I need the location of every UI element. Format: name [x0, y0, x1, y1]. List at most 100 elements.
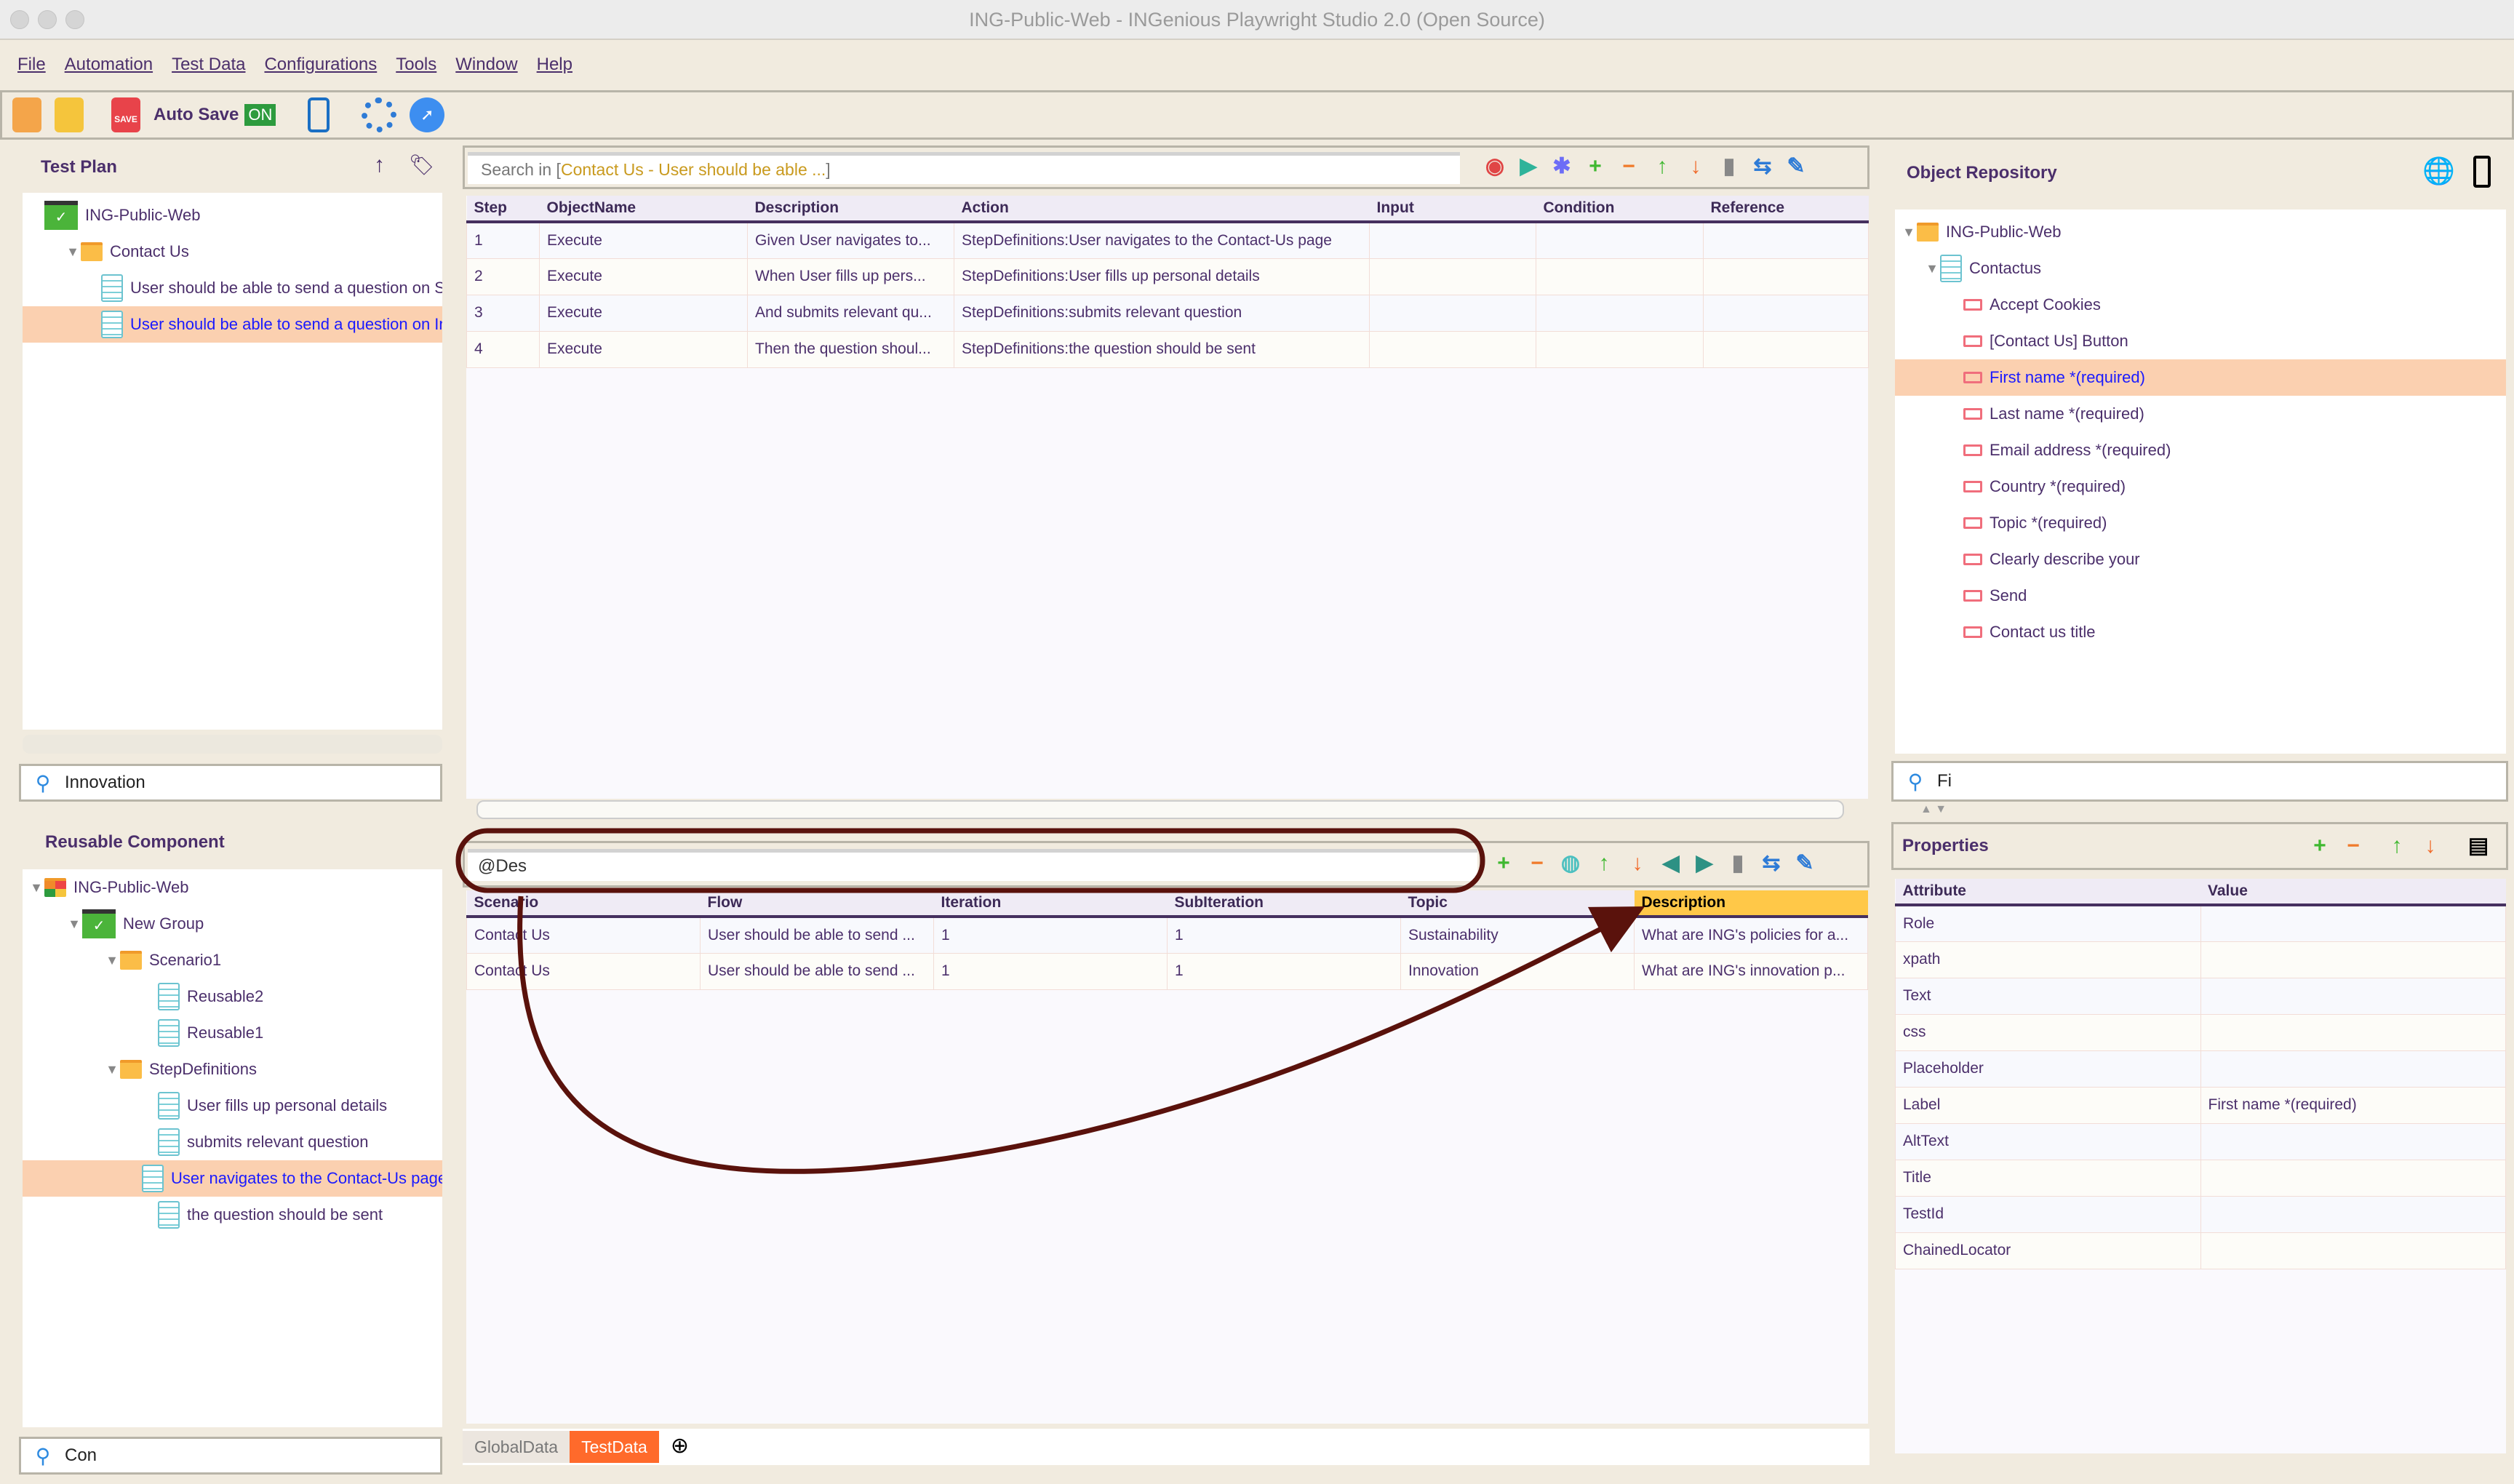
- run-icon[interactable]: ▶: [1517, 155, 1540, 178]
- column-header[interactable]: SubIteration: [1167, 890, 1401, 918]
- tree-item[interactable]: Send: [1895, 578, 2506, 614]
- mobile-device-icon[interactable]: [2473, 156, 2491, 188]
- table-cell[interactable]: User should be able to send ...: [700, 952, 934, 990]
- table-row[interactable]: TestId: [1895, 1195, 2506, 1233]
- table-row[interactable]: xpath: [1895, 941, 2506, 978]
- table-cell[interactable]: ChainedLocator: [1895, 1232, 2201, 1269]
- tree-item[interactable]: Accept Cookies: [1895, 287, 2506, 323]
- table-row[interactable]: Label First name *(required): [1895, 1086, 2506, 1124]
- tree-item[interactable]: submits relevant question: [23, 1124, 442, 1160]
- remove-row-icon[interactable]: −: [1525, 852, 1549, 875]
- expand-triangle-icon[interactable]: ▼: [1924, 261, 1940, 276]
- table-cell[interactable]: 4: [466, 330, 540, 368]
- move-up-icon[interactable]: ↑: [1651, 155, 1674, 178]
- expand-triangle-icon[interactable]: ▼: [28, 880, 44, 895]
- table-cell[interactable]: [2200, 1050, 2506, 1088]
- tree-item[interactable]: Email address *(required): [1895, 432, 2506, 468]
- tree-item[interactable]: ▼ Contact Us: [23, 234, 442, 270]
- table-cell[interactable]: [2200, 1013, 2506, 1051]
- table-cell[interactable]: Role: [1895, 904, 2201, 942]
- test-plan-hscrollbar[interactable]: [23, 735, 442, 754]
- column-header[interactable]: Scenario: [466, 890, 701, 918]
- tree-item[interactable]: ▼ Contactus: [1895, 250, 2506, 287]
- inspector-cursor-icon[interactable]: ➚: [410, 97, 445, 132]
- table-cell[interactable]: [1369, 330, 1536, 368]
- new-project-icon[interactable]: [55, 97, 84, 132]
- expand-triangle-icon[interactable]: ▼: [104, 1062, 120, 1077]
- table-cell[interactable]: Execute: [539, 221, 748, 259]
- table-cell[interactable]: 3: [466, 294, 540, 332]
- tree-item[interactable]: ▼ Scenario1: [23, 942, 442, 978]
- sort-up-icon[interactable]: ↑: [374, 153, 385, 177]
- menu-test-data[interactable]: Test Data: [172, 55, 245, 75]
- swap-icon[interactable]: ⇆: [1751, 155, 1774, 178]
- table-cell[interactable]: User should be able to send ...: [700, 916, 934, 954]
- table-cell[interactable]: When User fills up pers...: [747, 258, 954, 295]
- test-plan-search-input[interactable]: Innovation: [65, 773, 145, 793]
- tree-item[interactable]: ▼ StepDefinitions: [23, 1051, 442, 1088]
- tree-item[interactable]: Contact us title: [1895, 614, 2506, 650]
- table-cell[interactable]: [1536, 294, 1704, 332]
- menu-automation[interactable]: Automation: [65, 55, 153, 75]
- edit-icon[interactable]: ✎: [1793, 852, 1816, 875]
- table-cell[interactable]: Contact Us: [466, 916, 701, 954]
- table-cell[interactable]: TestId: [1895, 1195, 2201, 1233]
- table-cell[interactable]: What are ING's policies for a...: [1634, 916, 1868, 954]
- test-data-search-input[interactable]: @Des: [468, 849, 1477, 881]
- table-cell[interactable]: AltText: [1895, 1122, 2201, 1160]
- table-cell[interactable]: xpath: [1895, 941, 2201, 978]
- edit-icon[interactable]: ✎: [1784, 155, 1808, 178]
- tree-item[interactable]: ✓ ING-Public-Web: [23, 197, 442, 234]
- column-header[interactable]: Attribute: [1895, 879, 2200, 906]
- tree-item[interactable]: User fills up personal details: [23, 1088, 442, 1124]
- tag-icon[interactable]: 🏷: [409, 153, 435, 177]
- table-cell[interactable]: [2200, 1122, 2506, 1160]
- menu-configurations[interactable]: Configurations: [264, 55, 377, 75]
- menu-tools[interactable]: Tools: [396, 55, 436, 75]
- table-cell[interactable]: [2200, 941, 2506, 978]
- test-case-search-input[interactable]: Search in [Contact Us - User should be a…: [468, 152, 1460, 184]
- menu-window[interactable]: Window: [455, 55, 517, 75]
- settings-gear-icon[interactable]: [362, 97, 397, 132]
- table-cell[interactable]: 2: [466, 258, 540, 295]
- object-repository-search[interactable]: ⚲ Fi: [1891, 761, 2508, 802]
- table-cell[interactable]: [2200, 1232, 2506, 1269]
- add-row-icon[interactable]: +: [1492, 852, 1515, 875]
- tab-globaldata[interactable]: GlobalData: [463, 1431, 570, 1463]
- table-cell[interactable]: And submits relevant qu...: [747, 294, 954, 332]
- move-up-icon[interactable]: ↑: [1592, 852, 1616, 875]
- save-icon[interactable]: SAVE: [111, 97, 140, 132]
- table-cell[interactable]: Sustainability: [1400, 916, 1635, 954]
- menu-help[interactable]: Help: [537, 55, 572, 75]
- table-cell[interactable]: 1: [1167, 952, 1401, 990]
- table-row[interactable]: Contact Us User should be able to send ..…: [466, 916, 1868, 954]
- table-row[interactable]: 4 Execute Then the question shoul... StepDe…: [466, 330, 1869, 368]
- table-cell[interactable]: Text: [1895, 977, 2201, 1015]
- table-cell[interactable]: Innovation: [1400, 952, 1635, 990]
- previous-icon[interactable]: ◀: [1659, 852, 1683, 875]
- table-row[interactable]: Title: [1895, 1159, 2506, 1197]
- table-cell[interactable]: Then the question shoul...: [747, 330, 954, 368]
- table-row[interactable]: ChainedLocator: [1895, 1232, 2506, 1269]
- table-row[interactable]: css: [1895, 1013, 2506, 1051]
- add-row-icon[interactable]: +: [1584, 155, 1607, 178]
- table-row[interactable]: 3 Execute And submits relevant qu... StepDe…: [466, 294, 1869, 332]
- table-cell[interactable]: [1703, 294, 1869, 332]
- column-header[interactable]: Action: [954, 196, 1370, 223]
- table-cell[interactable]: Execute: [539, 330, 748, 368]
- swap-icon[interactable]: ⇆: [1760, 852, 1783, 875]
- object-search-input[interactable]: Fi: [1937, 771, 1952, 791]
- table-cell[interactable]: [1703, 330, 1869, 368]
- add-sheet-icon[interactable]: ⊕: [659, 1430, 701, 1462]
- table-cell[interactable]: [1536, 258, 1704, 295]
- tree-item[interactable]: Topic *(required): [1895, 505, 2506, 541]
- tree-item[interactable]: [Contact Us] Button: [1895, 323, 2506, 359]
- zoom-window-button[interactable]: [65, 10, 84, 29]
- column-header[interactable]: Input: [1369, 196, 1536, 223]
- tree-item[interactable]: Reusable1: [23, 1015, 442, 1051]
- move-down-icon[interactable]: ↓: [1684, 155, 1707, 178]
- splitter-handle[interactable]: ▲ ▼: [1891, 803, 2508, 821]
- tab-testdata[interactable]: TestData: [570, 1431, 659, 1463]
- reusable-search-input[interactable]: Con: [65, 1445, 97, 1466]
- table-row[interactable]: Contact Us User should be able to send ..…: [466, 952, 1868, 990]
